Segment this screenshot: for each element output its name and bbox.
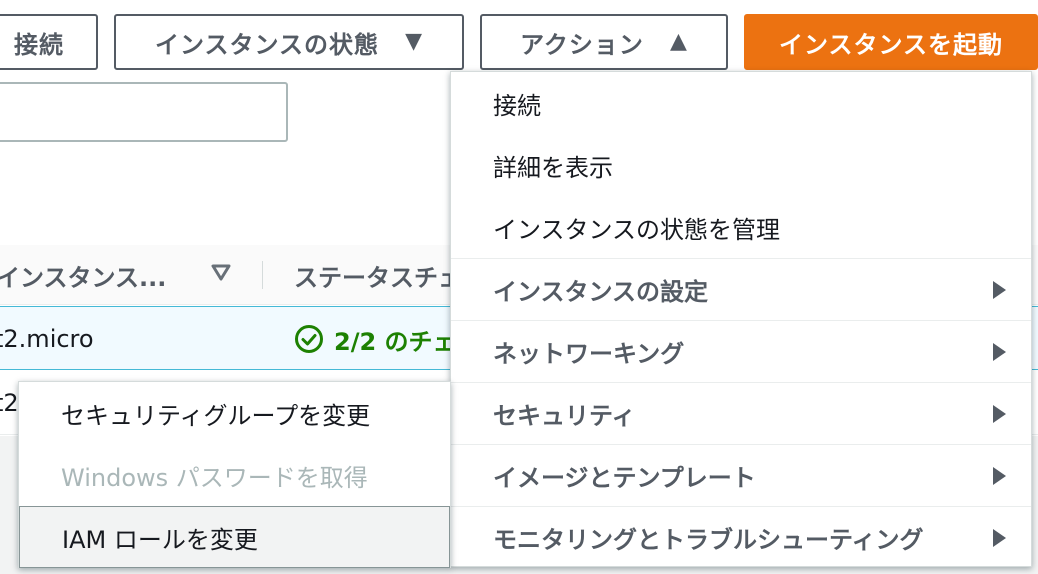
menu-item-manage-instance-state[interactable]: インスタンスの状態を管理 (451, 196, 1031, 258)
ec2-instances-page: 接続 インスタンスの状態 ▼ アクション ▲ インスタンスを起動 インスタンス.… (0, 0, 1038, 574)
connect-button[interactable]: 接続 (0, 14, 98, 70)
column-header-instance-type[interactable]: インスタンス... (0, 245, 166, 305)
column-header-label: ステータスチェ (294, 263, 462, 292)
column-header-status-check[interactable]: ステータスチェ (294, 245, 462, 305)
caret-right-icon (993, 343, 1006, 361)
menu-item-security[interactable]: セキュリティ (451, 382, 1031, 444)
menu-item-label: 接続 (493, 91, 541, 120)
caret-down-icon: ▼ (405, 29, 423, 54)
status-check-text: 2/2 のチェ (334, 327, 457, 356)
caret-right-icon (993, 529, 1006, 547)
actions-button[interactable]: アクション ▲ (480, 14, 728, 70)
menu-item-label: インスタンスの状態を管理 (493, 215, 781, 244)
submenu-item-label: Windows パスワードを取得 (61, 463, 368, 492)
sort-down-icon[interactable] (210, 261, 232, 283)
submenu-item-change-security-groups[interactable]: セキュリティグループを変更 (19, 382, 450, 444)
menu-item-label: 詳細を表示 (493, 153, 613, 182)
actions-button-label: アクション (520, 30, 644, 59)
menu-item-images-and-templates[interactable]: イメージとテンプレート (451, 444, 1031, 506)
submenu-item-label: セキュリティグループを変更 (61, 401, 371, 430)
column-divider[interactable] (262, 261, 263, 289)
connect-button-label: 接続 (14, 30, 64, 59)
caret-right-icon (993, 405, 1006, 423)
menu-item-instance-settings[interactable]: インスタンスの設定 (451, 258, 1031, 320)
submenu-item-modify-iam-role[interactable]: IAM ロールを変更 (19, 506, 450, 568)
security-submenu: セキュリティグループを変更 Windows パスワードを取得 IAM ロールを変… (18, 381, 451, 568)
caret-right-icon (993, 281, 1006, 299)
menu-item-view-details[interactable]: 詳細を表示 (451, 134, 1031, 196)
instance-type-cell: t2 (0, 389, 19, 417)
menu-item-label: ネットワーキング (493, 340, 685, 368)
menu-item-label: モニタリングとトラブルシューティング (493, 526, 924, 554)
menu-item-networking[interactable]: ネットワーキング (451, 320, 1031, 382)
submenu-item-get-windows-password: Windows パスワードを取得 (19, 444, 450, 506)
actions-dropdown-menu: 接続 詳細を表示 インスタンスの状態を管理 インスタンスの設定 ネットワーキング… (450, 71, 1032, 567)
menu-item-monitoring-and-troubleshooting[interactable]: モニタリングとトラブルシューティング (451, 506, 1031, 568)
menu-item-label: イメージとテンプレート (493, 464, 756, 492)
search-input[interactable] (0, 82, 288, 142)
menu-item-label: セキュリティ (493, 402, 636, 430)
instance-type-cell: t2.micro (0, 325, 94, 353)
launch-instance-button[interactable]: インスタンスを起動 (744, 14, 1038, 70)
check-circle-icon (295, 325, 323, 353)
launch-instance-button-label: インスタンスを起動 (778, 30, 1004, 59)
column-header-label: インスタンス... (0, 263, 167, 292)
menu-item-connect[interactable]: 接続 (451, 72, 1031, 134)
instance-state-button-label: インスタンスの状態 (155, 30, 380, 59)
submenu-item-label: IAM ロールを変更 (62, 525, 258, 554)
caret-up-icon: ▲ (669, 29, 688, 54)
status-check-cell: 2/2 のチェ (294, 307, 457, 371)
menu-item-label: インスタンスの設定 (493, 278, 709, 306)
caret-right-icon (993, 467, 1006, 485)
instance-state-button[interactable]: インスタンスの状態 ▼ (114, 14, 464, 70)
